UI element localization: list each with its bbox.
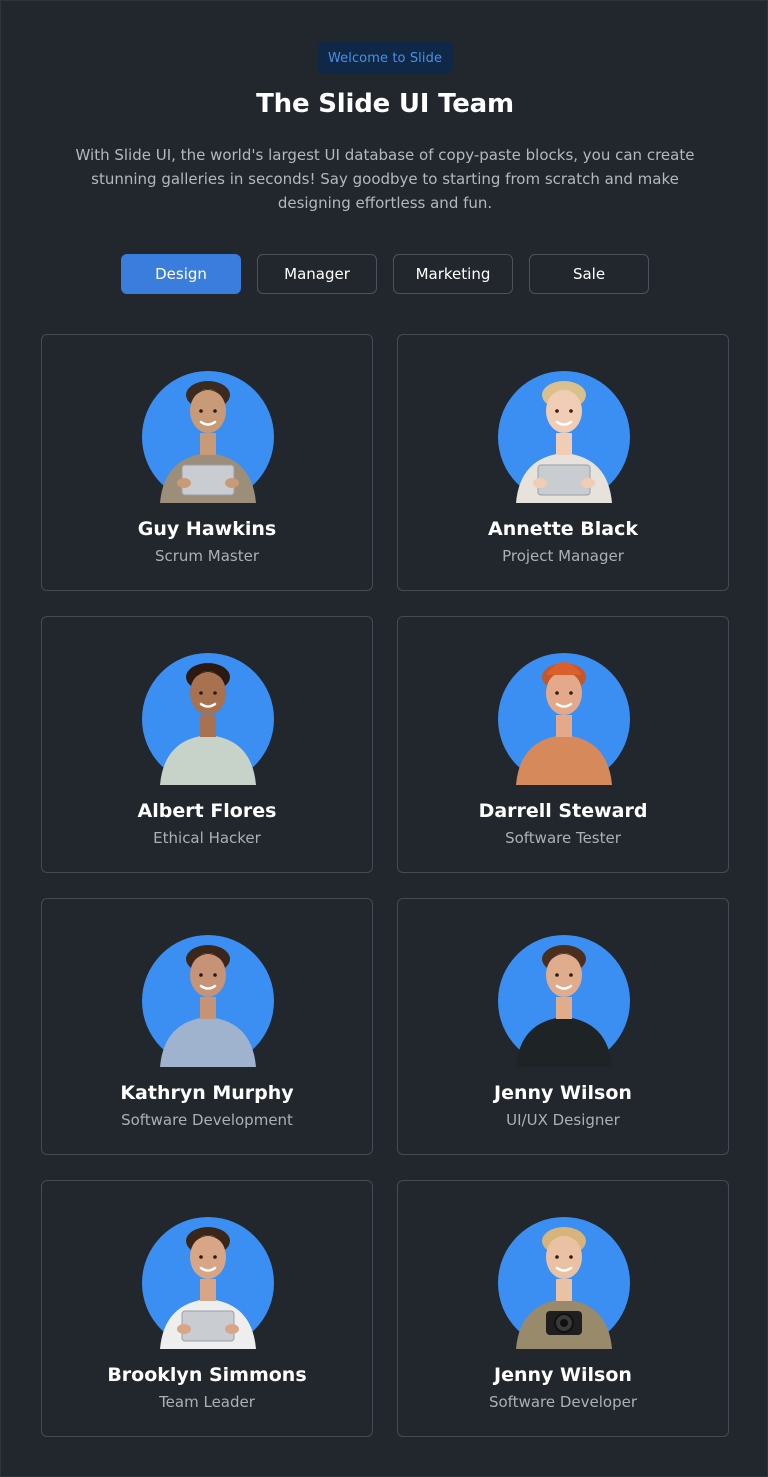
member-role: Ethical Hacker bbox=[153, 829, 261, 847]
page-description: With Slide UI, the world's largest UI da… bbox=[75, 146, 695, 212]
member-name: Brooklyn Simmons bbox=[107, 1364, 307, 1386]
tab-sale[interactable]: Sale bbox=[529, 254, 649, 294]
welcome-badge: Welcome to Slide bbox=[317, 42, 453, 74]
team-page: Welcome to Slide The Slide UI Team With … bbox=[0, 0, 768, 1477]
team-member-card[interactable]: Jenny Wilson UI/UX Designer bbox=[397, 898, 729, 1155]
category-tabs: Design Manager Marketing Sale bbox=[121, 254, 649, 294]
avatar bbox=[498, 371, 630, 503]
portrait-icon bbox=[142, 935, 274, 1067]
tab-marketing[interactable]: Marketing bbox=[393, 254, 513, 294]
member-role: UI/UX Designer bbox=[506, 1111, 620, 1129]
member-name: Kathryn Murphy bbox=[120, 1082, 294, 1104]
avatar bbox=[498, 1217, 630, 1349]
portrait-icon bbox=[498, 1217, 630, 1349]
member-role: Scrum Master bbox=[154, 547, 260, 565]
member-name: Guy Hawkins bbox=[137, 518, 277, 540]
team-member-card[interactable]: Albert Flores Ethical Hacker bbox=[41, 616, 373, 873]
member-role: Software Developer bbox=[488, 1393, 638, 1411]
page-title: The Slide UI Team bbox=[256, 89, 514, 119]
tab-design[interactable]: Design bbox=[121, 254, 241, 294]
avatar bbox=[142, 653, 274, 785]
portrait-icon bbox=[498, 653, 630, 785]
member-role: Project Manager bbox=[502, 547, 624, 565]
team-member-card[interactable]: Darrell Steward Software Tester bbox=[397, 616, 729, 873]
avatar bbox=[498, 935, 630, 1067]
portrait-icon bbox=[498, 371, 630, 503]
team-member-card[interactable]: Brooklyn Simmons Team Leader bbox=[41, 1180, 373, 1437]
member-role: Software Development bbox=[121, 1111, 293, 1129]
team-grid: Guy Hawkins Scrum Master Annette Black P… bbox=[41, 334, 729, 1437]
portrait-icon bbox=[142, 1217, 274, 1349]
member-name: Jenny Wilson bbox=[494, 1364, 632, 1386]
team-member-card[interactable]: Jenny Wilson Software Developer bbox=[397, 1180, 729, 1437]
tab-manager[interactable]: Manager bbox=[257, 254, 377, 294]
avatar bbox=[142, 1217, 274, 1349]
avatar bbox=[498, 653, 630, 785]
portrait-icon bbox=[498, 935, 630, 1067]
member-role: Team Leader bbox=[159, 1393, 255, 1411]
member-role: Software Tester bbox=[505, 829, 621, 847]
portrait-icon bbox=[142, 371, 274, 503]
member-name: Albert Flores bbox=[137, 800, 277, 822]
member-name: Darrell Steward bbox=[478, 800, 648, 822]
member-name: Jenny Wilson bbox=[494, 1082, 632, 1104]
avatar bbox=[142, 371, 274, 503]
avatar bbox=[142, 935, 274, 1067]
team-member-card[interactable]: Kathryn Murphy Software Development bbox=[41, 898, 373, 1155]
member-name: Annette Black bbox=[487, 518, 639, 540]
portrait-icon bbox=[142, 653, 274, 785]
team-member-card[interactable]: Annette Black Project Manager bbox=[397, 334, 729, 591]
team-member-card[interactable]: Guy Hawkins Scrum Master bbox=[41, 334, 373, 591]
